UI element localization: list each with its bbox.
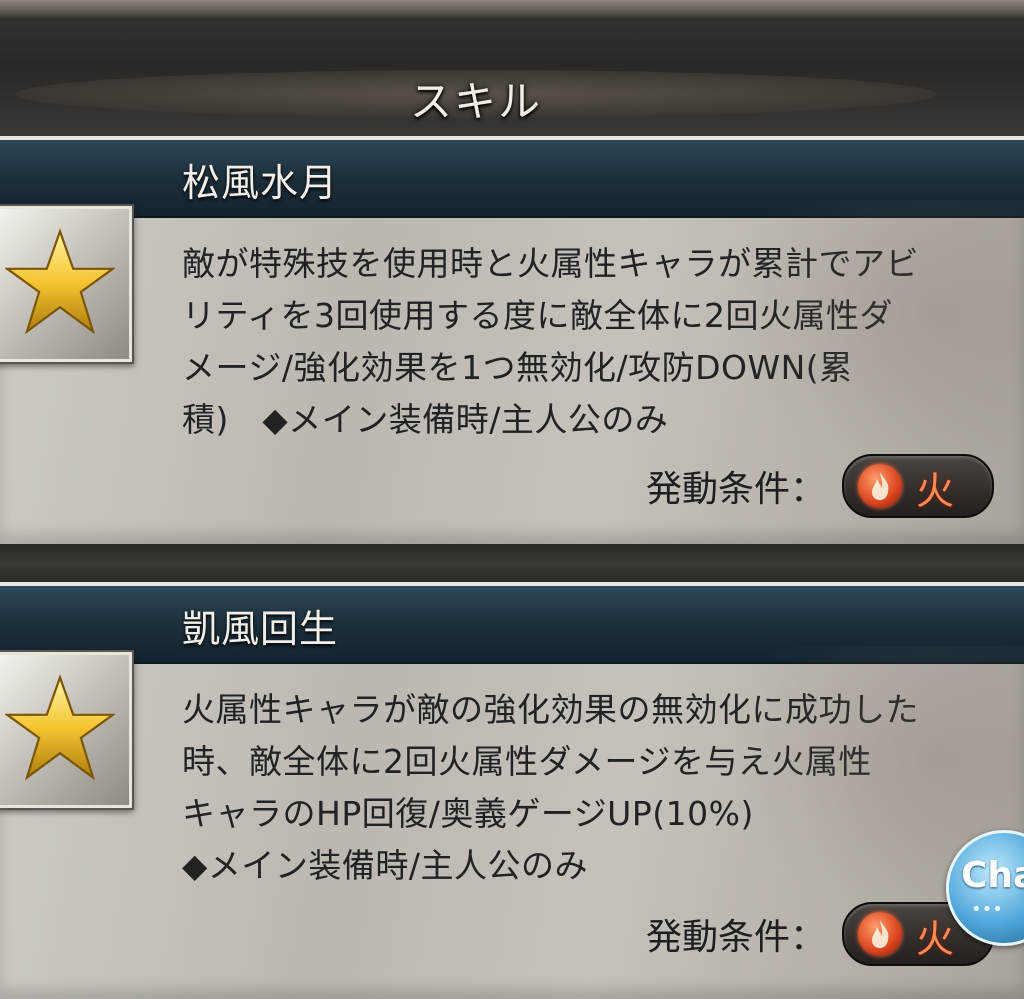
element-label: 火 — [916, 917, 955, 961]
skill-rank-badge — [0, 206, 132, 362]
skill-name: 松風水月 — [182, 161, 339, 205]
skill-description: 火属性キャラが敵の強化効果の無効化に成功した 時、敵全体に2回火属性ダメージを与… — [182, 684, 1002, 892]
skill-card-header: 凱風回生 — [0, 586, 1024, 664]
fire-icon — [858, 464, 902, 508]
gold-star-icon — [5, 228, 115, 335]
card-divider — [0, 546, 1024, 582]
skill-rank-badge — [0, 652, 132, 808]
skill-description-line: ◆メイン装備時/主人公のみ — [182, 846, 588, 885]
activation-condition: 発動条件： 火 — [646, 454, 994, 518]
gold-star-icon — [5, 674, 115, 781]
skill-description-line: 時、敵全体に2回火属性ダメージを与え火属性 — [182, 742, 872, 781]
element-badge: 火 — [842, 454, 994, 518]
skill-card: 凱風回生 火属性キャラが敵の強化効果の無効化に成功した 時、敵全体に2回火属性ダ… — [0, 582, 1024, 999]
skill-description-line: キャラのHP回復/奥義ゲージUP(10%) — [182, 794, 754, 833]
skill-description: 敵が特殊技を使用時と火属性キャラが累計でアビ リティを3回使用する度に敵全体に2… — [182, 238, 1002, 446]
section-title: スキル — [409, 77, 542, 126]
skill-card-header: 松風水月 — [0, 140, 1024, 218]
skill-description-line: メージ/強化効果を1つ無効化/攻防DOWN(累 — [182, 348, 853, 387]
chat-dots-icon: ••• — [971, 899, 1003, 920]
activation-condition: 発動条件： 火 — [646, 902, 994, 966]
condition-label: 発動条件： — [645, 469, 826, 510]
skill-description-line: 火属性キャラが敵の強化効果の無効化に成功した — [182, 690, 919, 729]
fire-icon — [858, 912, 902, 956]
condition-label: 発動条件： — [645, 917, 826, 958]
top-frame-edge — [0, 0, 1024, 20]
skill-description-line: リティを3回使用する度に敵全体に2回火属性ダ — [182, 296, 894, 335]
skill-description-line: 積) ◆メイン装備時/主人公のみ — [182, 400, 669, 439]
skill-description-line: 敵が特殊技を使用時と火属性キャラが累計でアビ — [182, 244, 919, 283]
element-label: 火 — [916, 469, 955, 513]
skill-name: 凱風回生 — [182, 607, 339, 651]
chat-label: Cha — [961, 855, 1024, 896]
skill-card: 松風水月 敵が特殊技を使用時と火属性キャラが累計でアビ リティを3回使用する度に… — [0, 136, 1024, 550]
